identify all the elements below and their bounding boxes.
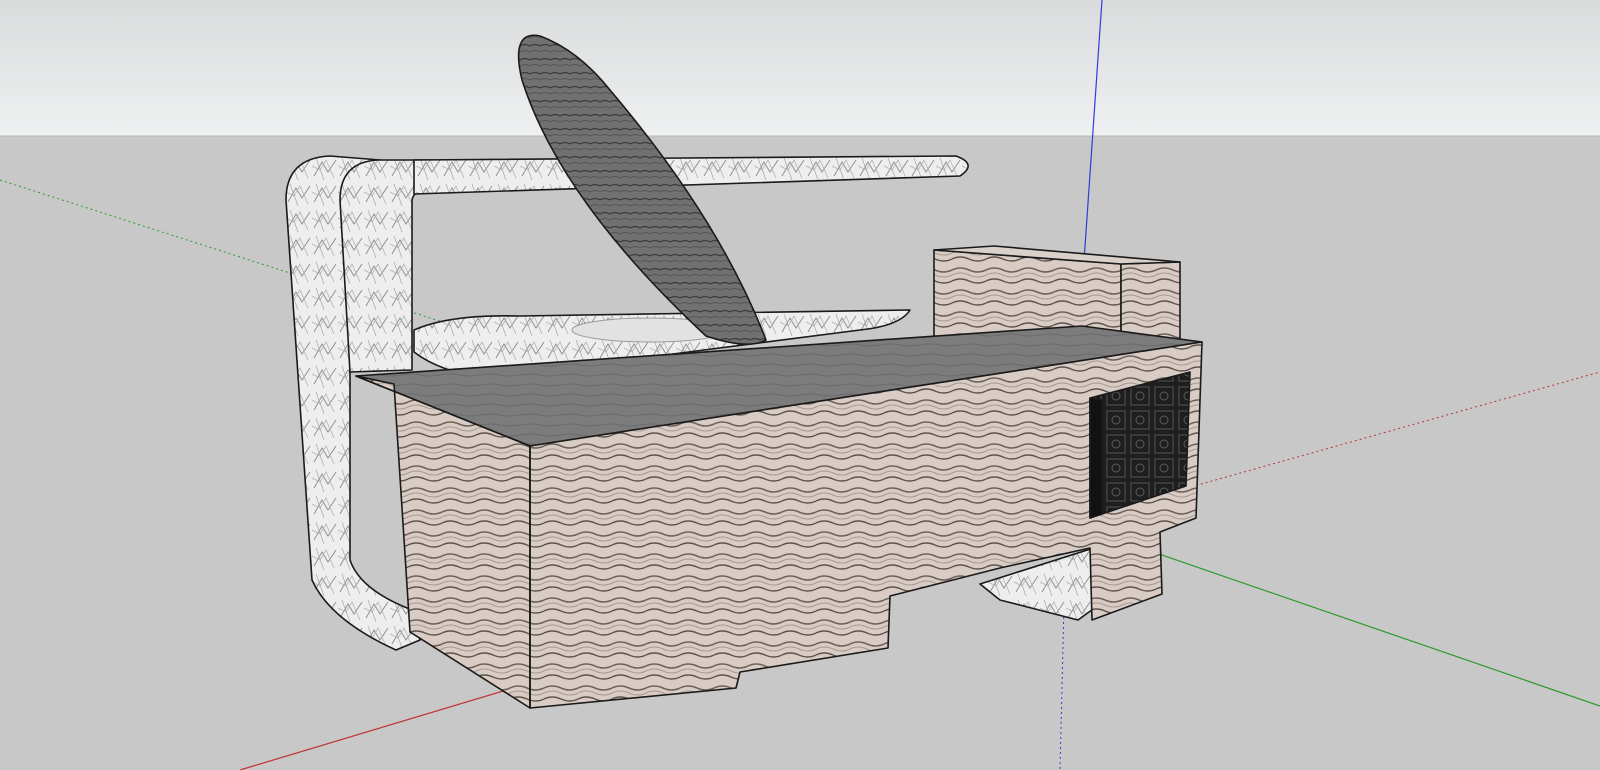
sketchup-viewport[interactable] <box>0 0 1600 770</box>
sky <box>0 0 1600 136</box>
3d-scene[interactable] <box>0 0 1600 770</box>
window-inner-edge <box>1089 397 1103 519</box>
